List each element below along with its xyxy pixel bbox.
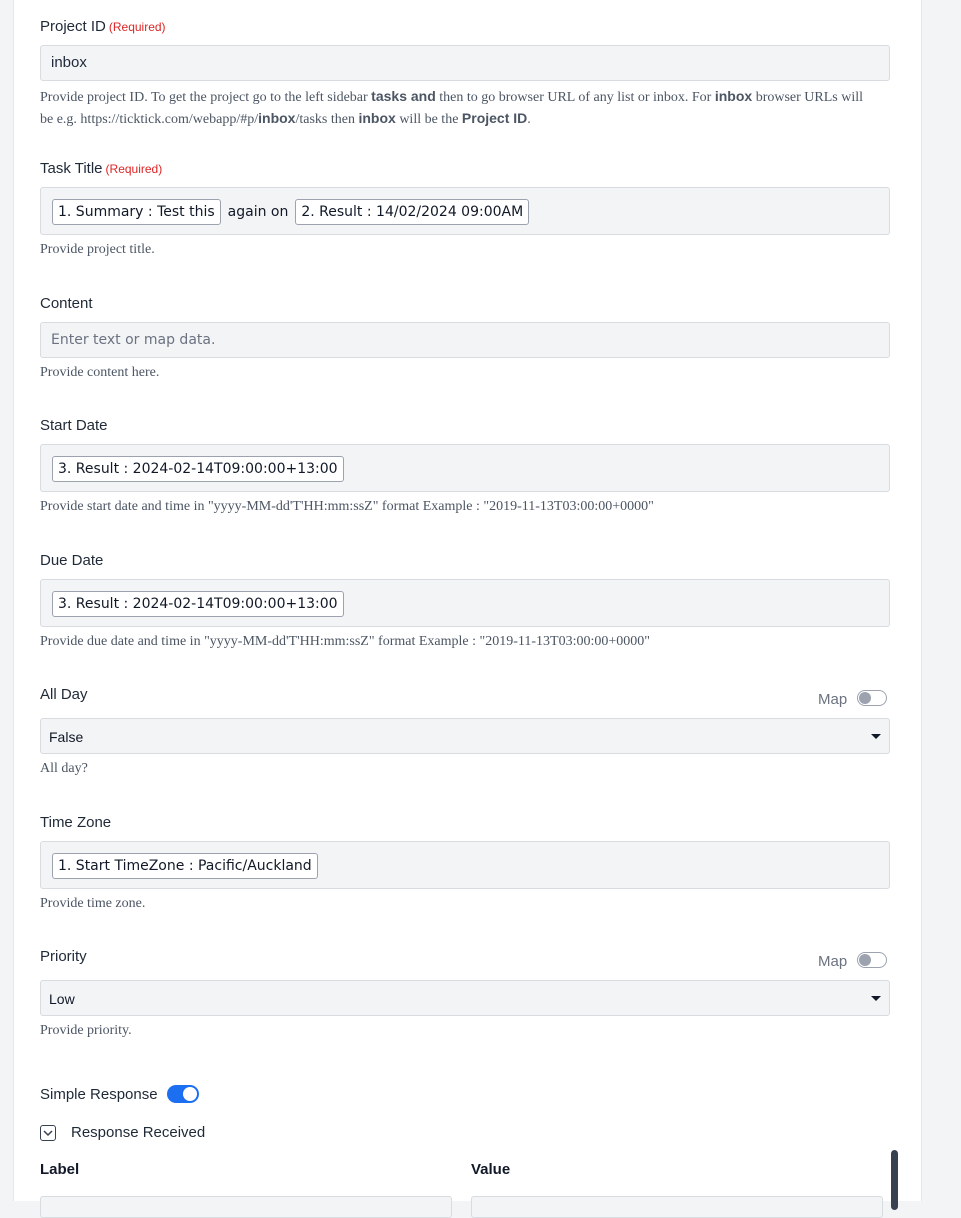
mapped-value-chip[interactable]: 3. Result : 2024-02-14T09:00:00+13:00 — [52, 456, 344, 482]
project-id-value: inbox — [51, 54, 87, 71]
help-bold: inbox — [714, 88, 753, 104]
help-text: then to go browser URL of any list or in… — [435, 90, 715, 105]
simple-response-label: Simple Response — [40, 1086, 158, 1103]
required-marker: (Required) — [108, 20, 166, 34]
content-input[interactable]: Enter text or map data. — [40, 322, 890, 358]
chevron-down-icon — [43, 1130, 53, 1137]
content-placeholder: Enter text or map data. — [51, 332, 216, 348]
help-text: will be the — [395, 112, 462, 127]
help-bold: tasks and — [371, 88, 436, 104]
response-collapse-button[interactable] — [40, 1125, 56, 1141]
caret-down-icon — [871, 734, 881, 739]
all-day-map-toggle[interactable] — [857, 690, 887, 706]
all-day-label: All Day — [40, 686, 88, 703]
start-date-input[interactable]: 3. Result : 2024-02-14T09:00:00+13:00 — [40, 444, 890, 492]
all-day-help: All day? — [40, 761, 88, 776]
start-date-label: Start Date — [40, 417, 108, 434]
task-title-input[interactable]: 1. Summary : Test this again on 2. Resul… — [40, 187, 890, 235]
content-help: Provide content here. — [40, 365, 160, 380]
mapped-value-chip[interactable]: 3. Result : 2024-02-14T09:00:00+13:00 — [52, 591, 344, 617]
response-value-field[interactable] — [471, 1196, 883, 1218]
priority-map-toggle[interactable] — [857, 952, 887, 968]
due-date-help: Provide due date and time in "yyyy-MM-dd… — [40, 634, 650, 649]
help-bold: Project ID — [461, 110, 528, 126]
time-zone-help: Provide time zone. — [40, 896, 146, 911]
help-text: . — [527, 112, 531, 127]
help-bold: inbox — [258, 110, 296, 126]
priority-label: Priority — [40, 948, 87, 965]
task-title-label-text: Task Title — [40, 160, 103, 177]
project-id-label: Project ID (Required) — [40, 18, 166, 35]
required-marker: (Required) — [105, 162, 163, 176]
content-label: Content — [40, 295, 93, 312]
time-zone-input[interactable]: 1. Start TimeZone : Pacific/Auckland — [40, 841, 890, 889]
task-title-chips: 1. Summary : Test this again on 2. Resul… — [52, 199, 530, 225]
due-date-input[interactable]: 3. Result : 2024-02-14T09:00:00+13:00 — [40, 579, 890, 627]
task-title-label: Task Title (Required) — [40, 160, 162, 177]
mapped-value-chip[interactable]: 1. Summary : Test this — [52, 199, 221, 225]
help-text: /tasks then — [295, 112, 359, 127]
caret-down-icon — [871, 996, 881, 1001]
vertical-scrollbar[interactable] — [891, 1150, 898, 1210]
task-title-text: again on — [227, 204, 289, 220]
all-day-selected: False — [49, 729, 84, 745]
priority-selected: Low — [49, 991, 75, 1007]
simple-response-toggle[interactable] — [167, 1085, 199, 1103]
toggle-knob — [859, 954, 871, 966]
toggle-knob — [183, 1087, 197, 1101]
response-label-field[interactable] — [40, 1196, 452, 1218]
response-received-label: Response Received — [71, 1124, 206, 1141]
toggle-knob — [859, 692, 871, 704]
priority-select[interactable]: Low — [40, 980, 890, 1016]
help-text: Provide project ID. To get the project g… — [40, 90, 372, 105]
priority-map-label: Map — [818, 953, 848, 970]
all-day-select[interactable]: False — [40, 718, 890, 754]
time-zone-label: Time Zone — [40, 814, 112, 831]
mapped-value-chip[interactable]: 1. Start TimeZone : Pacific/Auckland — [52, 853, 318, 879]
project-id-label-text: Project ID — [40, 18, 106, 35]
due-date-chips: 3. Result : 2024-02-14T09:00:00+13:00 — [52, 591, 344, 617]
start-date-chips: 3. Result : 2024-02-14T09:00:00+13:00 — [52, 456, 344, 482]
mapped-value-chip[interactable]: 2. Result : 14/02/2024 09:00AM — [295, 199, 530, 225]
priority-help: Provide priority. — [40, 1023, 132, 1038]
help-bold: inbox — [358, 110, 396, 126]
task-title-help: Provide project title. — [40, 242, 155, 257]
label-column-header: Label — [40, 1161, 80, 1178]
value-column-header: Value — [471, 1161, 511, 1178]
project-id-help: Provide project ID. To get the project g… — [40, 86, 870, 130]
project-id-input[interactable]: inbox — [40, 45, 890, 81]
time-zone-chips: 1. Start TimeZone : Pacific/Auckland — [52, 853, 318, 879]
all-day-map-label: Map — [818, 691, 848, 708]
start-date-help: Provide start date and time in "yyyy-MM-… — [40, 499, 654, 514]
due-date-label: Due Date — [40, 552, 104, 569]
